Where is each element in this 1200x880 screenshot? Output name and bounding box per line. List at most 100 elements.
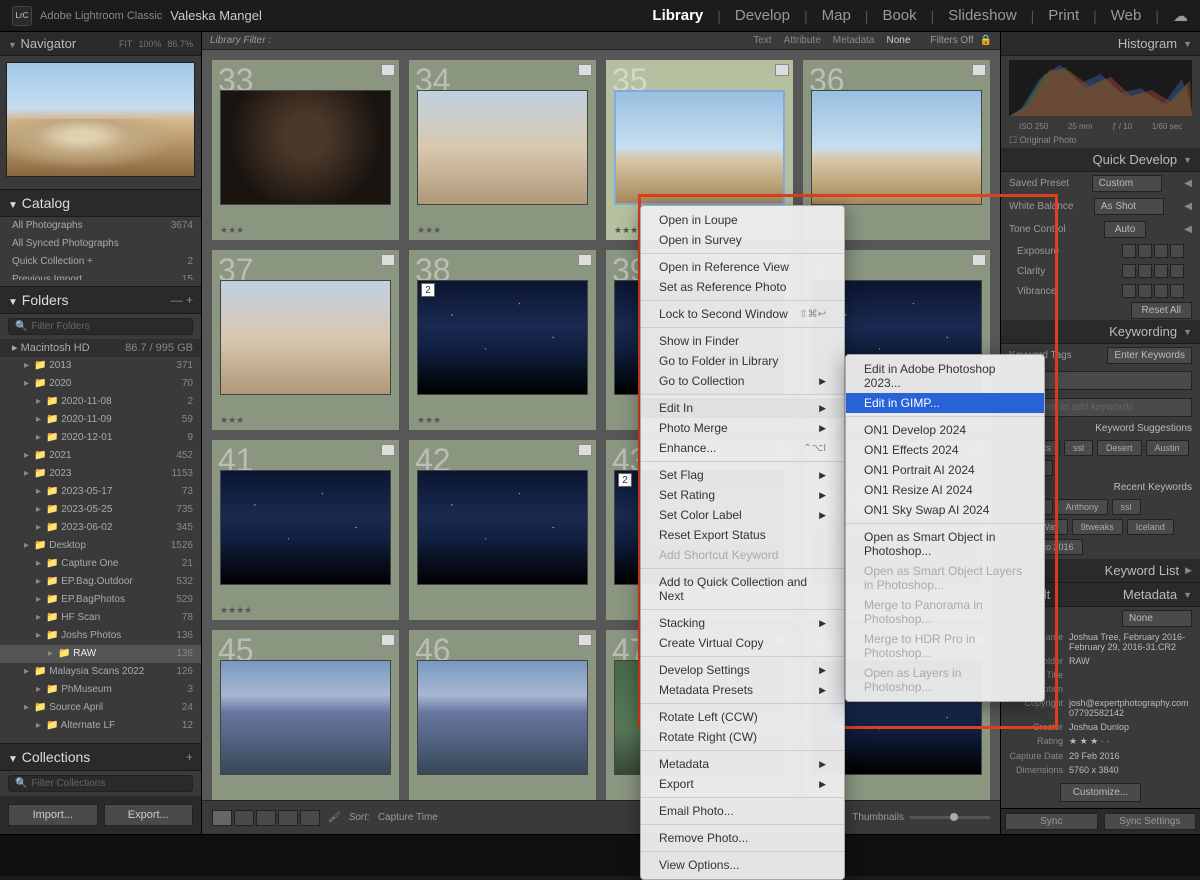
menu-item[interactable]: Develop Settings▶	[641, 660, 844, 680]
preset-value[interactable]: None	[1122, 610, 1192, 627]
grid-cell[interactable]: 34★★★	[409, 60, 596, 240]
menu-item[interactable]: Edit In▶	[641, 398, 844, 418]
menu-item[interactable]: Add to Quick Collection and Next	[641, 572, 844, 606]
navigator-preview[interactable]	[6, 62, 195, 177]
lock-icon[interactable]: 🔒	[980, 35, 992, 46]
catalog-item[interactable]: All Synced Photographs	[0, 235, 201, 253]
grid-cell[interactable]: 37★★★	[212, 250, 399, 430]
keyword-tags-mode[interactable]: Enter Keywords	[1107, 347, 1192, 364]
sort-value[interactable]: Capture Time	[378, 812, 438, 823]
module-develop[interactable]: Develop	[735, 7, 790, 24]
menu-item[interactable]: Create Virtual Copy	[641, 633, 844, 653]
menu-item[interactable]: Export▶	[641, 774, 844, 794]
menu-item[interactable]: ON1 Portrait AI 2024	[846, 460, 1044, 480]
grid-cell[interactable]: 42	[409, 440, 596, 620]
metadata-row[interactable]: Capture Date29 Feb 2016	[1001, 749, 1200, 763]
menu-item[interactable]: Lock to Second Window⇧⌘↩	[641, 304, 844, 324]
painter-icon[interactable]: 🖌	[328, 812, 341, 823]
module-book[interactable]: Book	[882, 7, 916, 24]
filter-tab-none[interactable]: None	[886, 35, 910, 46]
menu-item[interactable]: Open in Reference View	[641, 257, 844, 277]
filter-tab-attribute[interactable]: Attribute	[784, 35, 821, 46]
metadata-row[interactable]: CreatorJoshua Dunlop	[1001, 720, 1200, 734]
thumbnail-size-slider[interactable]	[910, 816, 990, 819]
menu-item[interactable]: Metadata▶	[641, 754, 844, 774]
histogram[interactable]	[1009, 60, 1192, 116]
module-library[interactable]: Library	[652, 7, 703, 24]
grid-cell[interactable]: 45	[212, 630, 399, 800]
folder-item[interactable]: ▸📁 EP.BagPhotos529	[0, 591, 201, 609]
collections-header[interactable]: ▼ Collections +	[0, 743, 201, 771]
menu-item[interactable]: Edit in GIMP...	[846, 393, 1044, 413]
keyword-suggestion[interactable]: Desert	[1097, 440, 1142, 456]
menu-item[interactable]: Photo Merge▶	[641, 418, 844, 438]
module-web[interactable]: Web	[1111, 7, 1142, 24]
menu-item[interactable]: Set Flag▶	[641, 465, 844, 485]
menu-item[interactable]: Go to Folder in Library	[641, 351, 844, 371]
loupe-view-icon[interactable]	[234, 810, 254, 826]
folder-item[interactable]: ▸📁 2020-12-019	[0, 429, 201, 447]
menu-item[interactable]: ON1 Sky Swap AI 2024	[846, 500, 1044, 520]
folder-item[interactable]: ▸📁 2023-05-1773	[0, 483, 201, 501]
import-button[interactable]: Import...	[8, 804, 98, 826]
grid-cell[interactable]: 382★★★	[409, 250, 596, 430]
compare-view-icon[interactable]	[256, 810, 276, 826]
collections-filter-input[interactable]: 🔍 Filter Collections	[8, 775, 193, 792]
menu-item[interactable]: Go to Collection▶	[641, 371, 844, 391]
histogram-header[interactable]: Histogram▼	[1001, 32, 1200, 56]
people-view-icon[interactable]	[300, 810, 320, 826]
folder-item[interactable]: ▸📁 Alternate LF12	[0, 717, 201, 735]
module-print[interactable]: Print	[1048, 7, 1079, 24]
folder-item[interactable]: ▸📁 EP.Bag.Outdoor532	[0, 573, 201, 591]
filter-tab-metadata[interactable]: Metadata	[833, 35, 875, 46]
grid-cell[interactable]: 33★★★	[212, 60, 399, 240]
menu-item[interactable]: Open in Survey	[641, 230, 844, 250]
menu-item[interactable]: ON1 Effects 2024	[846, 440, 1044, 460]
cloud-sync-icon[interactable]: ☁	[1173, 7, 1188, 25]
folder-item[interactable]: ▸📁 Malaysia Scans 2022126	[0, 663, 201, 681]
navigator-header[interactable]: ▼ Navigator FIT100%86.7%	[0, 32, 201, 56]
menu-item[interactable]: Rotate Left (CCW)	[641, 707, 844, 727]
menu-item[interactable]: Remove Photo...	[641, 828, 844, 848]
folder-item[interactable]: ▸📁 HF Scan78	[0, 609, 201, 627]
folder-item[interactable]: ▸📁 2023-05-25735	[0, 501, 201, 519]
menu-item[interactable]: Enhance...⌃⌥I	[641, 438, 844, 458]
menu-item[interactable]: ON1 Resize AI 2024	[846, 480, 1044, 500]
folder-item[interactable]: ▸📁 Joshs Photos136	[0, 627, 201, 645]
quick-develop-header[interactable]: Quick Develop▼	[1001, 148, 1200, 172]
filmstrip[interactable]	[0, 834, 1200, 876]
add-collection-icon[interactable]: +	[186, 750, 193, 764]
menu-item[interactable]: Reset Export Status	[641, 525, 844, 545]
filters-off-label[interactable]: Filters Off	[930, 35, 973, 46]
catalog-item[interactable]: Quick Collection +2	[0, 253, 201, 271]
menu-item[interactable]: Show in Finder	[641, 331, 844, 351]
keyword-recent[interactable]: Anthony	[1057, 499, 1108, 515]
folder-item[interactable]: ▸📁 2020-11-0959	[0, 411, 201, 429]
volume-row[interactable]: ▸ Macintosh HD 86.7 / 995 GB	[0, 339, 201, 357]
customize-button[interactable]: Customize...	[1060, 783, 1142, 802]
keyword-suggestion[interactable]: ssl	[1064, 440, 1093, 456]
qd-value[interactable]: Custom	[1092, 175, 1162, 192]
export-button[interactable]: Export...	[104, 804, 194, 826]
menu-item[interactable]: Rotate Right (CW)	[641, 727, 844, 747]
grid-cell[interactable]: 41★★★★	[212, 440, 399, 620]
menu-item[interactable]: View Options...	[641, 855, 844, 875]
folder-item[interactable]: ▸📁 2021452	[0, 447, 201, 465]
menu-item[interactable]: Open as Smart Object in Photoshop...	[846, 527, 1044, 561]
folders-filter-input[interactable]: 🔍 Filter Folders	[8, 318, 193, 335]
keyword-recent[interactable]: 9tweaks	[1072, 519, 1123, 535]
menu-item[interactable]: Set Color Label▶	[641, 505, 844, 525]
folder-item[interactable]: ▸📁 2013371	[0, 357, 201, 375]
folder-item[interactable]: ▸📁 2023-06-02345	[0, 519, 201, 537]
module-slideshow[interactable]: Slideshow	[948, 7, 1016, 24]
menu-item[interactable]: Set Rating▶	[641, 485, 844, 505]
folder-item[interactable]: ▸📁 Desktop1526	[0, 537, 201, 555]
metadata-row[interactable]: Rating★ ★ ★ · ·	[1001, 734, 1200, 749]
sync-button[interactable]: Sync	[1005, 813, 1098, 830]
reset-all-button[interactable]: Reset All	[1131, 302, 1192, 319]
view-mode-icons[interactable]	[212, 810, 320, 826]
grid-view-icon[interactable]	[212, 810, 232, 826]
folders-header[interactable]: ▼ Folders — +	[0, 286, 201, 314]
metadata-row[interactable]: Dimensions5760 x 3840	[1001, 763, 1200, 777]
original-photo-checkbox[interactable]: ☐ Original Photo	[1001, 133, 1200, 148]
